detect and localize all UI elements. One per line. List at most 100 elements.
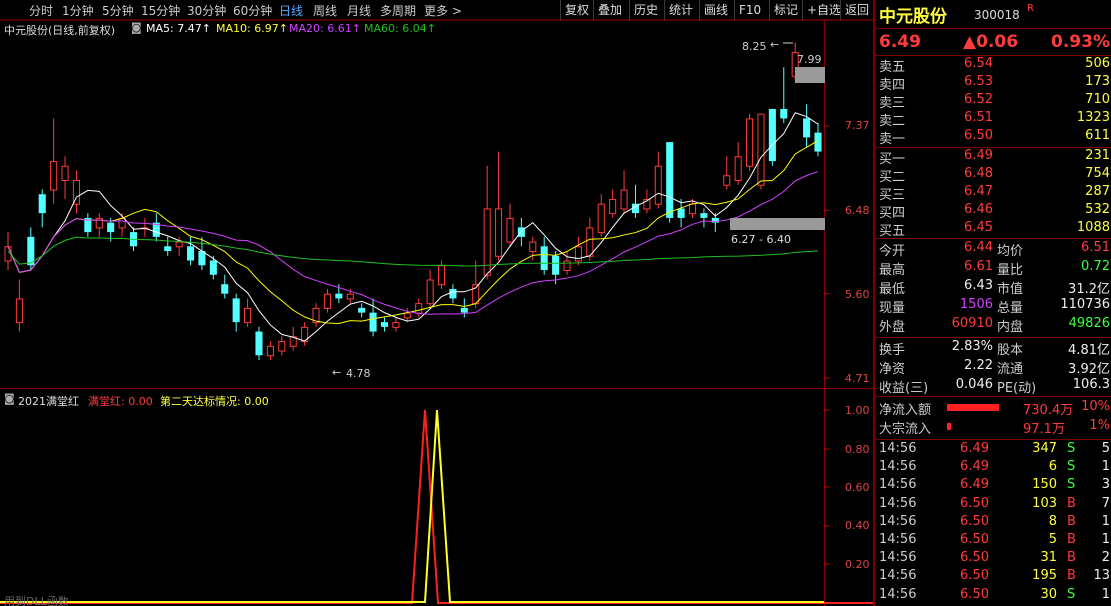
candle-up xyxy=(734,156,742,182)
candle-down xyxy=(164,246,172,252)
tick-row: 14:56 6.50 103 B 7 xyxy=(875,496,1111,514)
candle-up xyxy=(175,241,183,248)
tick-row: 14:56 6.49 6 S 1 xyxy=(875,459,1111,477)
tick-time: 14:56 xyxy=(879,513,917,529)
flow-label: 大宗流入 xyxy=(879,422,932,437)
tick-side: B xyxy=(1067,568,1076,584)
candle-up xyxy=(50,161,58,191)
ask-level-label: 卖四 xyxy=(879,78,906,93)
ask-price: 6.51 xyxy=(964,110,993,125)
bid-row[interactable]: 买一 6.49 231 xyxy=(875,148,1111,167)
candle-up xyxy=(757,113,765,186)
flow-value: 730.4万 xyxy=(1023,403,1074,418)
bid-level-label: 买三 xyxy=(879,188,906,203)
candle-down xyxy=(380,322,389,327)
candle-up xyxy=(609,198,617,215)
tick-side: S xyxy=(1067,477,1076,493)
candle-up xyxy=(586,227,594,257)
tick-time: 14:56 xyxy=(879,477,917,493)
bid-price: 6.48 xyxy=(964,166,993,181)
candle-up xyxy=(392,322,400,328)
bid-row[interactable]: 买二 6.48 754 xyxy=(875,166,1111,185)
ask-row[interactable]: 卖一 6.50 611 xyxy=(875,128,1111,147)
bid-price: 6.47 xyxy=(964,184,993,199)
candle-up xyxy=(563,260,571,271)
ask-row[interactable]: 卖三 6.52 710 xyxy=(875,92,1111,111)
high-arrow-icon: ← xyxy=(770,38,780,51)
candle-up xyxy=(529,241,537,253)
quote-panel: 中元股份 300018 R 6.49 ▲0.06 0.93% 卖五 6.54 5… xyxy=(873,0,1111,606)
candle-up xyxy=(415,303,423,314)
fundamental-row: 收益(三) 0.046 PE(动) 106.3 xyxy=(875,377,1111,396)
price-axis-label: 7.37 xyxy=(845,119,870,132)
range-annotation: 6.27 - 6.40 xyxy=(731,233,791,246)
candle-down xyxy=(221,284,229,294)
stat-row: 最高 6.61 量比 0.72 xyxy=(875,259,1111,278)
fundamental-value: 0.046 xyxy=(955,377,993,392)
ma10-line xyxy=(7,140,819,325)
tick-row: 14:56 6.49 347 S 5 xyxy=(875,441,1111,459)
tick-list: 14:56 6.49 347 S 5 14:56 6.49 6 S 1 14:5… xyxy=(875,441,1111,606)
ask-list: 卖五 6.54 506 卖四 6.53 173 卖三 6.52 710 卖二 6… xyxy=(875,56,1111,148)
tick-row: 14:56 6.50 8 B 1 xyxy=(875,514,1111,532)
candle-up xyxy=(403,312,411,319)
price-axis-label: 6.48 xyxy=(845,204,870,217)
bid-row[interactable]: 买四 6.46 532 xyxy=(875,202,1111,221)
candle-up xyxy=(346,293,354,300)
ask-level-label: 卖五 xyxy=(879,60,906,75)
flow-bar xyxy=(947,404,999,411)
stat-value: 6.61 xyxy=(964,259,993,274)
indicator-axis-label: 0.60 xyxy=(845,481,870,494)
fundamental-value: 2.22 xyxy=(964,358,993,373)
ask-row[interactable]: 卖四 6.53 173 xyxy=(875,74,1111,93)
bid-level-label: 买五 xyxy=(879,224,906,239)
candle-down xyxy=(780,108,788,119)
ask-volume: 611 xyxy=(1085,128,1110,143)
tick-time: 14:56 xyxy=(879,459,917,475)
fundamental-value: 3.92亿 xyxy=(1068,362,1110,377)
candle-down xyxy=(460,307,468,313)
fundamental-label: 净资 xyxy=(879,362,906,377)
ask-row[interactable]: 卖五 6.54 506 xyxy=(875,56,1111,75)
price-axis-label: 5.60 xyxy=(845,288,870,301)
tick-volume: 103 xyxy=(1032,495,1057,511)
tick-time: 14:56 xyxy=(879,586,917,602)
tick-side: B xyxy=(1067,550,1076,566)
candle-up xyxy=(61,165,69,182)
candle-down xyxy=(369,312,377,332)
tick-count: 1 xyxy=(1101,513,1110,529)
candle-down xyxy=(768,108,776,162)
fundamental-value: 4.81亿 xyxy=(1068,343,1110,358)
bid-row[interactable]: 买三 6.47 287 xyxy=(875,184,1111,203)
fundamental-label: PE(动) xyxy=(997,381,1037,396)
tick-volume: 31 xyxy=(1040,550,1057,566)
ask-level-label: 卖三 xyxy=(879,96,906,111)
bid-row[interactable]: 买五 6.45 1088 xyxy=(875,220,1111,239)
ask-row[interactable]: 卖二 6.51 1323 xyxy=(875,110,1111,129)
tick-count: 1 xyxy=(1101,459,1110,475)
tick-volume: 150 xyxy=(1032,477,1057,493)
candle-up xyxy=(723,175,731,186)
tick-volume: 5 xyxy=(1048,532,1057,547)
candle-up xyxy=(688,203,697,215)
indicator-settings-icon[interactable]: ◙ xyxy=(4,392,15,405)
stat-value: 6.43 xyxy=(964,278,993,293)
candle-down xyxy=(358,307,366,313)
candlestick-chart[interactable] xyxy=(0,0,873,606)
candle-up xyxy=(118,217,126,229)
stat-value: 49826 xyxy=(1068,316,1110,331)
price-box-range xyxy=(730,218,825,230)
tick-row: 14:56 6.50 195 B 13 xyxy=(875,568,1111,586)
candle-down xyxy=(552,255,560,275)
tick-count: 2 xyxy=(1101,550,1110,566)
last-price: 6.49 xyxy=(879,32,921,52)
tick-time: 14:56 xyxy=(879,441,917,456)
indicator-series2-label: 第二天达标情况: 0.00 xyxy=(160,395,269,408)
stat-label: 量比 xyxy=(997,263,1024,278)
ask-volume: 173 xyxy=(1085,74,1110,89)
candle-down xyxy=(449,288,457,299)
candle-up xyxy=(506,217,514,243)
high-annotation: 8.25 xyxy=(742,40,767,53)
fundamental-row: 换手 2.83% 股本 4.81亿 xyxy=(875,339,1111,358)
tick-count: 3 xyxy=(1101,477,1110,493)
